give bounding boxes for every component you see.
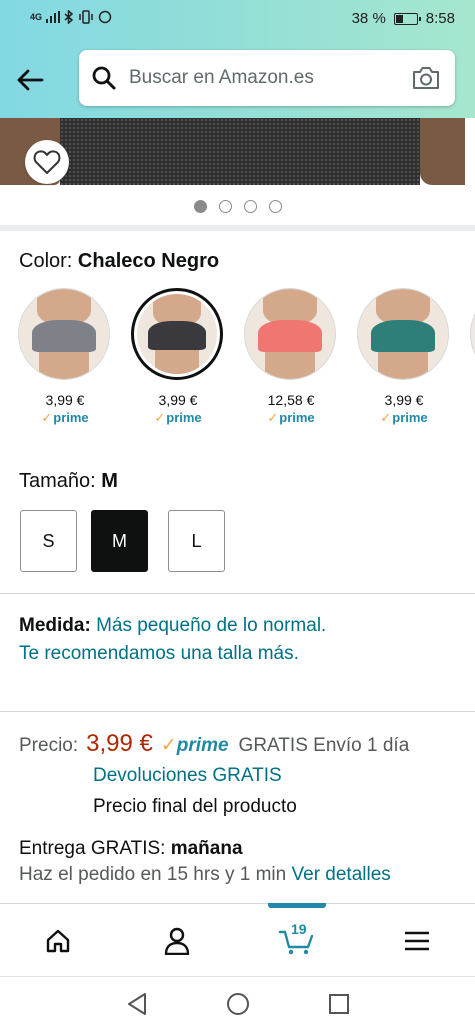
menu-icon bbox=[405, 931, 429, 950]
home-icon bbox=[46, 929, 70, 952]
swatch-prime: ✓prime bbox=[267, 410, 315, 425]
person-icon bbox=[164, 927, 190, 955]
shipping-info: GRATIS Envío 1 día bbox=[238, 735, 410, 756]
wishlist-button[interactable] bbox=[25, 140, 69, 184]
nav-home[interactable] bbox=[28, 904, 88, 977]
swatch-price: 12,58 € bbox=[267, 392, 315, 408]
prime-check-icon: ✓ bbox=[41, 410, 53, 425]
delivery-info: Entrega GRATIS: mañana bbox=[19, 838, 243, 860]
color-label: Color: Chaleco Negro bbox=[19, 250, 219, 273]
search-input[interactable]: Buscar en Amazon.es bbox=[79, 50, 455, 106]
bottom-nav bbox=[0, 903, 475, 976]
details-link[interactable]: Ver detalles bbox=[292, 864, 391, 885]
color-selected-value: Chaleco Negro bbox=[77, 250, 220, 272]
battery-icon bbox=[393, 12, 421, 25]
triangle-back-icon bbox=[128, 993, 146, 1015]
free-returns-link[interactable]: Devoluciones GRATIS bbox=[93, 765, 282, 787]
color-swatch[interactable]: 3,99 € ✓prime bbox=[357, 288, 451, 426]
image-carousel-dots bbox=[0, 200, 475, 213]
sync-icon bbox=[98, 10, 112, 24]
size-selected-value: M bbox=[101, 470, 118, 492]
swatch-image[interactable] bbox=[357, 288, 449, 380]
prime-check-icon: ✓ bbox=[160, 735, 177, 756]
arrow-left-icon bbox=[17, 69, 44, 91]
size-label-text: Tamaño: bbox=[19, 470, 96, 492]
cart-active-indicator bbox=[268, 903, 326, 908]
prime-text: prime bbox=[176, 735, 229, 756]
swatch-price: 3,99 € bbox=[158, 392, 198, 408]
system-nav-bar bbox=[0, 976, 475, 1029]
system-back-button[interactable] bbox=[124, 991, 150, 1017]
color-swatch[interactable]: 12,58 € ✓prime bbox=[244, 288, 338, 426]
color-swatch[interactable]: 3,99 € ✓prime bbox=[18, 288, 112, 426]
prime-badge: ✓prime bbox=[161, 734, 229, 757]
delivery-day: mañana bbox=[170, 838, 243, 859]
back-button[interactable] bbox=[12, 62, 48, 98]
swatch-prime: ✓prime bbox=[41, 410, 89, 425]
swatch-prime: ✓prime bbox=[154, 410, 202, 425]
circle-home-icon bbox=[227, 993, 249, 1015]
status-icons: 4G bbox=[30, 10, 112, 24]
price-value: 3,99 € bbox=[86, 730, 153, 757]
status-right: 38 % 8:58 bbox=[352, 10, 455, 27]
price-row: Precio: 3,99 € ✓prime GRATIS Envío 1 día bbox=[19, 730, 469, 758]
carousel-dot[interactable] bbox=[218, 200, 232, 213]
prime-check-icon: ✓ bbox=[267, 410, 279, 425]
search-placeholder: Buscar en Amazon.es bbox=[129, 67, 314, 88]
prime-check-icon: ✓ bbox=[380, 410, 392, 425]
carousel-dot[interactable] bbox=[243, 200, 257, 213]
search-icon bbox=[92, 66, 116, 90]
camera-icon[interactable] bbox=[411, 65, 441, 91]
network-label: 4G bbox=[30, 12, 43, 22]
swatch-price: 3,99 € bbox=[384, 392, 424, 408]
color-swatches: 3,99 € ✓prime 3,99 € ✓prime 12,58 € ✓prime 3,9… bbox=[18, 288, 475, 438]
bluetooth-icon bbox=[64, 10, 74, 24]
swatch-image[interactable] bbox=[131, 288, 223, 380]
battery-percent: 38 % bbox=[351, 10, 386, 27]
fit-info: Medida: Más pequeño de lo normal. Te rec… bbox=[19, 612, 339, 668]
clock: 8:58 bbox=[425, 10, 455, 27]
final-price-note: Precio final del producto bbox=[93, 796, 297, 817]
color-swatch-partial[interactable] bbox=[470, 288, 475, 380]
divider bbox=[0, 593, 475, 594]
signal-icon bbox=[46, 11, 61, 23]
swatch-image[interactable] bbox=[18, 288, 110, 380]
system-home-button[interactable] bbox=[225, 991, 251, 1017]
carousel-dot[interactable] bbox=[193, 200, 207, 213]
nav-cart[interactable] bbox=[267, 904, 327, 977]
prime-check-icon: ✓ bbox=[154, 410, 166, 425]
status-bar: 4G 38 % 8:58 bbox=[0, 0, 475, 38]
swatch-image[interactable] bbox=[244, 288, 336, 380]
swatch-price: 3,99 € bbox=[45, 392, 85, 408]
nav-menu[interactable] bbox=[387, 904, 447, 977]
price-label: Precio: bbox=[19, 735, 79, 756]
color-swatch[interactable]: 3,99 € ✓prime bbox=[131, 288, 225, 426]
divider bbox=[0, 225, 475, 231]
size-option-m[interactable]: M bbox=[91, 510, 148, 572]
system-recents-button[interactable] bbox=[326, 991, 352, 1017]
nav-account[interactable] bbox=[147, 904, 207, 977]
order-countdown: Haz el pedido en 15 hrs y 1 min bbox=[19, 864, 287, 885]
size-option-s[interactable]: S bbox=[20, 510, 77, 572]
carousel-dot[interactable] bbox=[268, 200, 282, 213]
size-label: Tamaño: M bbox=[19, 470, 118, 493]
color-label-text: Color: bbox=[19, 250, 73, 272]
swatch-prime: ✓prime bbox=[380, 410, 428, 425]
order-time: Haz el pedido en 15 hrs y 1 min Ver deta… bbox=[19, 864, 391, 886]
delivery-label: Entrega GRATIS: bbox=[19, 838, 166, 859]
divider bbox=[0, 711, 475, 712]
product-image[interactable] bbox=[0, 118, 475, 190]
cart-count-badge: 19 bbox=[291, 921, 307, 937]
fit-label: Medida: bbox=[19, 615, 91, 636]
heart-icon bbox=[33, 150, 61, 174]
vibrate-icon bbox=[79, 10, 93, 24]
square-recents-icon bbox=[329, 994, 349, 1014]
size-option-l[interactable]: L bbox=[168, 510, 225, 572]
